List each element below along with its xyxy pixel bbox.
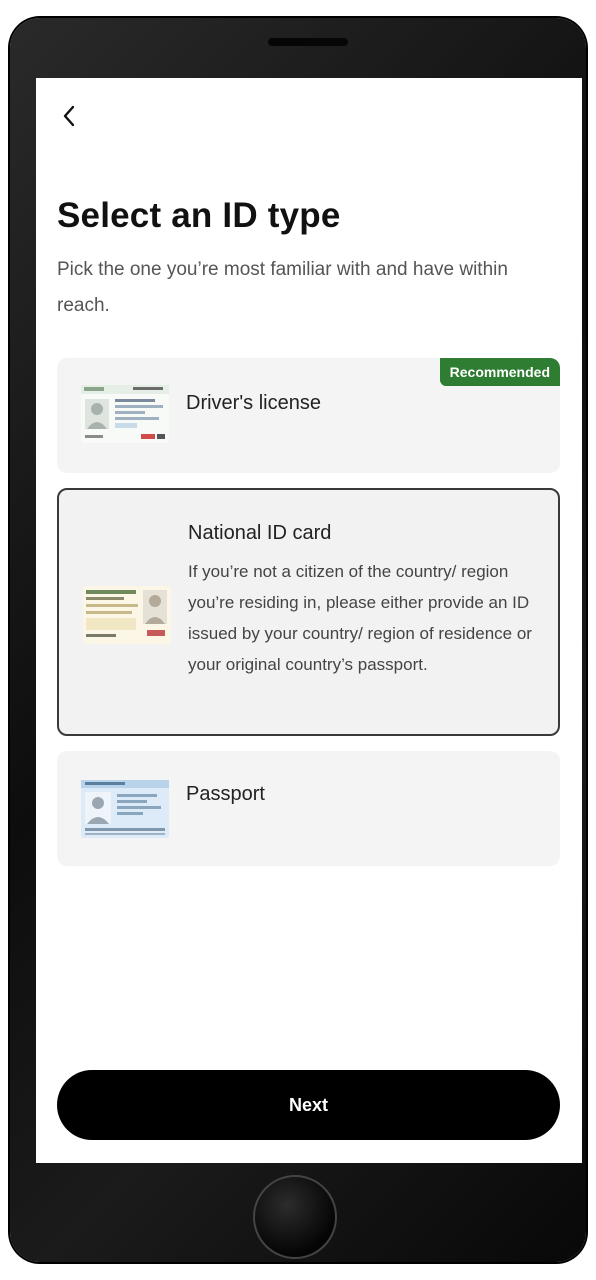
page-title: Select an ID type	[57, 196, 341, 235]
recommended-badge: Recommended	[439, 358, 560, 386]
chevron-left-icon	[63, 105, 75, 127]
app-screen: Select an ID type Pick the one you’re mo…	[36, 78, 582, 1163]
passport-icon	[81, 780, 169, 838]
drivers-license-icon	[81, 385, 169, 443]
option-national-id-card[interactable]: National ID card If you’re not a citizen…	[57, 488, 560, 736]
next-button[interactable]: Next	[57, 1070, 560, 1140]
page-subtitle: Pick the one you’re most familiar with a…	[57, 259, 508, 316]
national-id-card-icon	[83, 586, 171, 644]
option-passport[interactable]: Passport	[57, 751, 560, 866]
option-label: Passport	[186, 783, 265, 805]
option-label: National ID card	[188, 522, 332, 544]
home-button[interactable]	[253, 1175, 337, 1259]
speaker-grille	[268, 38, 348, 46]
back-button[interactable]	[54, 96, 84, 136]
option-description: If you’re not a citizen of the country/ …	[188, 562, 532, 674]
option-drivers-license[interactable]: Driver's license Recommended	[57, 358, 560, 473]
option-label: Driver's license	[186, 392, 321, 414]
phone-frame: Select an ID type Pick the one you’re mo…	[10, 18, 586, 1262]
